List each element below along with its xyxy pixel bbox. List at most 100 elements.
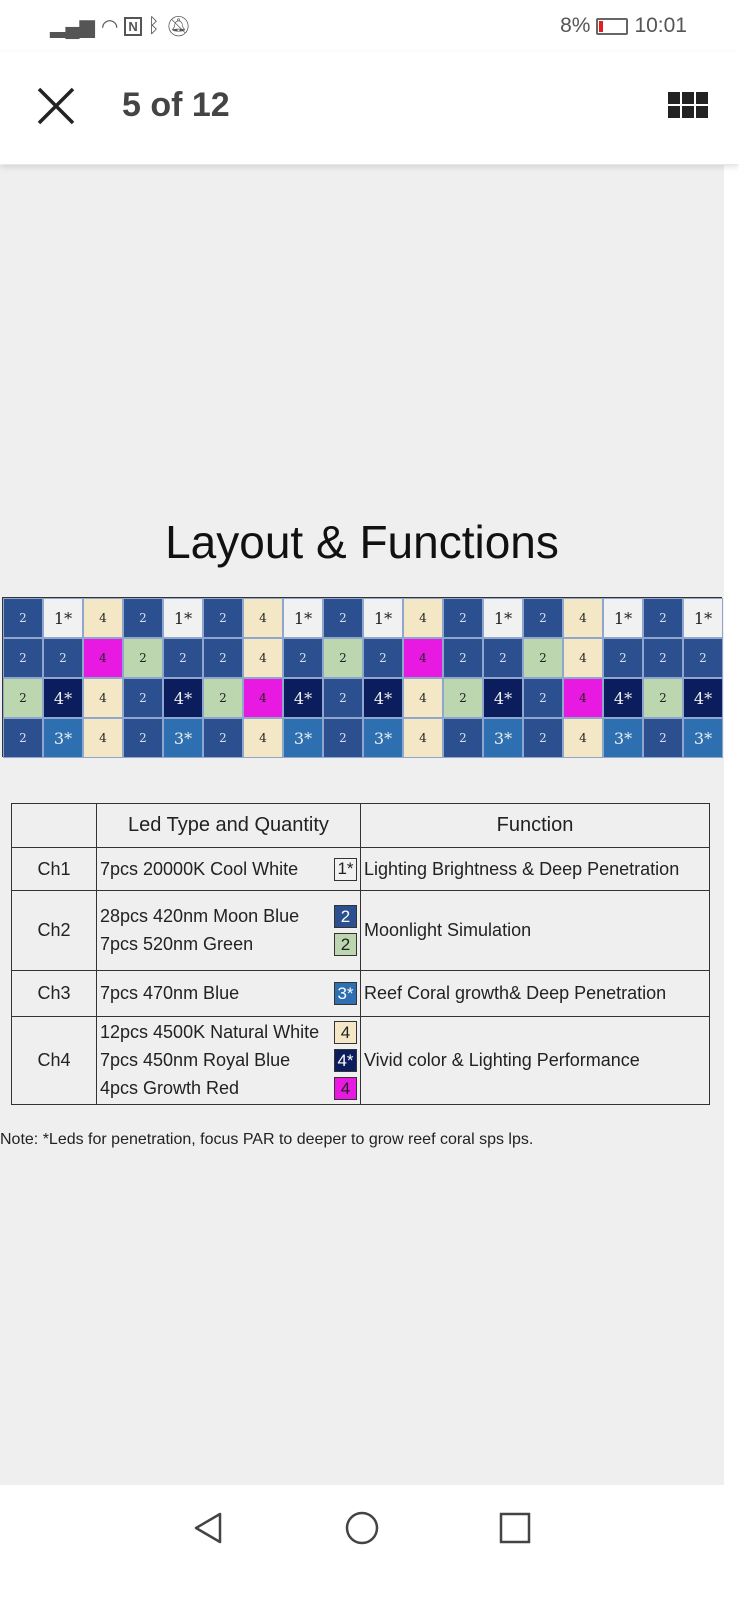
led-cell: 2	[443, 678, 483, 718]
back-icon[interactable]	[190, 1510, 226, 1546]
clock: 10:01	[634, 14, 687, 37]
led-cell: 2	[443, 598, 483, 638]
led-cell: 2	[683, 638, 723, 678]
led-type-line: 7pcs 20000K Cool White 1*	[100, 855, 357, 883]
led-cell: 1*	[483, 598, 523, 638]
led-cell: 2	[283, 638, 323, 678]
home-icon[interactable]	[344, 1510, 380, 1546]
led-cell: 4	[403, 638, 443, 678]
led-cell: 2	[123, 678, 163, 718]
led-type-cell: 28pcs 420nm Moon Blue 2 7pcs 520nm Green 2	[96, 890, 361, 971]
color-swatch: 1*	[334, 857, 357, 881]
led-cell: 4*	[603, 678, 643, 718]
led-cell: 4*	[363, 678, 403, 718]
channel-cell: Ch3	[11, 970, 97, 1017]
led-cell: 2	[363, 638, 403, 678]
led-cell: 4*	[163, 678, 203, 718]
led-cell: 3*	[683, 718, 723, 758]
led-cell: 2	[3, 718, 43, 758]
page-counter: 5 of 12	[122, 86, 230, 124]
function-cell: Moonlight Simulation	[360, 890, 710, 971]
led-cell: 4	[83, 598, 123, 638]
led-type-cell: 7pcs 20000K Cool White 1*	[96, 847, 361, 891]
led-cell: 4	[563, 598, 603, 638]
header-cell	[11, 803, 97, 848]
led-type-line: 7pcs 520nm Green 2	[100, 931, 357, 959]
table-row: Ch3 7pcs 470nm Blue 3* Reef Coral growth& D…	[11, 970, 710, 1017]
led-cell: 2	[323, 598, 363, 638]
led-cell: 4*	[683, 678, 723, 718]
close-icon[interactable]	[36, 86, 76, 126]
header-cell: Function	[360, 803, 710, 848]
led-cell: 4	[243, 598, 283, 638]
led-type-text: 7pcs 20000K Cool White	[100, 858, 299, 879]
led-type-line: 28pcs 420nm Moon Blue 2	[100, 903, 357, 931]
battery-icon	[596, 17, 629, 35]
led-cell: 1*	[603, 598, 643, 638]
led-cell: 3*	[163, 718, 203, 758]
signal-icon: ▂▄▆	[50, 16, 95, 38]
led-cell: 4	[563, 718, 603, 758]
led-type-line: 4pcs Growth Red 4	[100, 1075, 357, 1103]
led-cell: 4	[243, 678, 283, 718]
color-swatch: 2	[334, 905, 357, 928]
led-cell: 2	[323, 718, 363, 758]
nfc-icon: N	[124, 17, 142, 36]
led-cell: 2	[523, 718, 563, 758]
led-type-text: 7pcs 450nm Royal Blue	[100, 1050, 291, 1070]
led-cell: 2	[643, 678, 683, 718]
led-cell: 4	[83, 678, 123, 718]
led-cell: 2	[443, 718, 483, 758]
color-swatch: 3*	[334, 982, 357, 1005]
led-type-line: 7pcs 470nm Blue 3*	[100, 980, 357, 1008]
led-cell: 2	[323, 678, 363, 718]
table-row: Ch1 7pcs 20000K Cool White 1* Lighting Brig…	[11, 847, 710, 891]
navigation-bar	[0, 1490, 739, 1600]
led-cell: 2	[643, 718, 683, 758]
led-cell: 3*	[283, 718, 323, 758]
led-cell: 3*	[603, 718, 643, 758]
recents-icon[interactable]	[498, 1511, 532, 1545]
channel-cell: Ch4	[11, 1016, 97, 1105]
color-swatch: 2	[334, 933, 357, 956]
led-cell: 3*	[363, 718, 403, 758]
led-cell: 2	[3, 598, 43, 638]
led-cell: 2	[483, 638, 523, 678]
led-cell: 2	[163, 638, 203, 678]
table-row: Ch2 28pcs 420nm Moon Blue 2 7pcs 520nm Gree…	[11, 890, 710, 971]
led-cell: 3*	[43, 718, 83, 758]
led-cell: 2	[123, 598, 163, 638]
led-function-table: Led Type and Quantity Function Ch1 7pcs 2…	[11, 803, 710, 1105]
led-cell: 2	[123, 718, 163, 758]
led-type-text: 4pcs Growth Red	[100, 1078, 240, 1098]
led-cell: 4	[563, 638, 603, 678]
led-cell: 2	[43, 638, 83, 678]
led-cell: 1*	[283, 598, 323, 638]
led-cell: 1*	[163, 598, 203, 638]
image-heading: Layout & Functions	[165, 516, 559, 568]
led-cell: 2	[643, 638, 683, 678]
led-cell: 2	[603, 638, 643, 678]
led-cell: 4	[243, 638, 283, 678]
led-cell: 4	[83, 638, 123, 678]
led-cell: 4	[563, 678, 603, 718]
grid-view-icon[interactable]	[668, 92, 708, 118]
led-cell: 4	[83, 718, 123, 758]
led-cell: 4	[403, 718, 443, 758]
function-cell: Vivid color & Lighting Performance	[360, 1016, 710, 1105]
led-cell: 2	[523, 598, 563, 638]
table-header-row: Led Type and Quantity Function	[11, 803, 710, 848]
led-type-cell: 12pcs 4500K Natural White 4 7pcs 450nm Roy…	[96, 1016, 361, 1105]
led-cell: 4	[403, 678, 443, 718]
led-cell: 2	[123, 638, 163, 678]
led-type-text: 12pcs 4500K Natural White	[100, 1022, 320, 1042]
channel-cell: Ch1	[11, 847, 97, 891]
led-type-text: 7pcs 520nm Green	[100, 934, 254, 954]
led-cell: 2	[3, 678, 43, 718]
product-image: Layout & Functions 2 1* 4 2 1* 2 4 1* 2 1* 4 2 1* 2 4 1…	[0, 165, 724, 1485]
led-type-text: 7pcs 470nm Blue	[100, 983, 240, 1003]
viewer-header: 5 of 12	[0, 52, 739, 164]
battery-percent: 8%	[560, 14, 591, 37]
led-cell: 1*	[683, 598, 723, 638]
led-cell: 3*	[483, 718, 523, 758]
